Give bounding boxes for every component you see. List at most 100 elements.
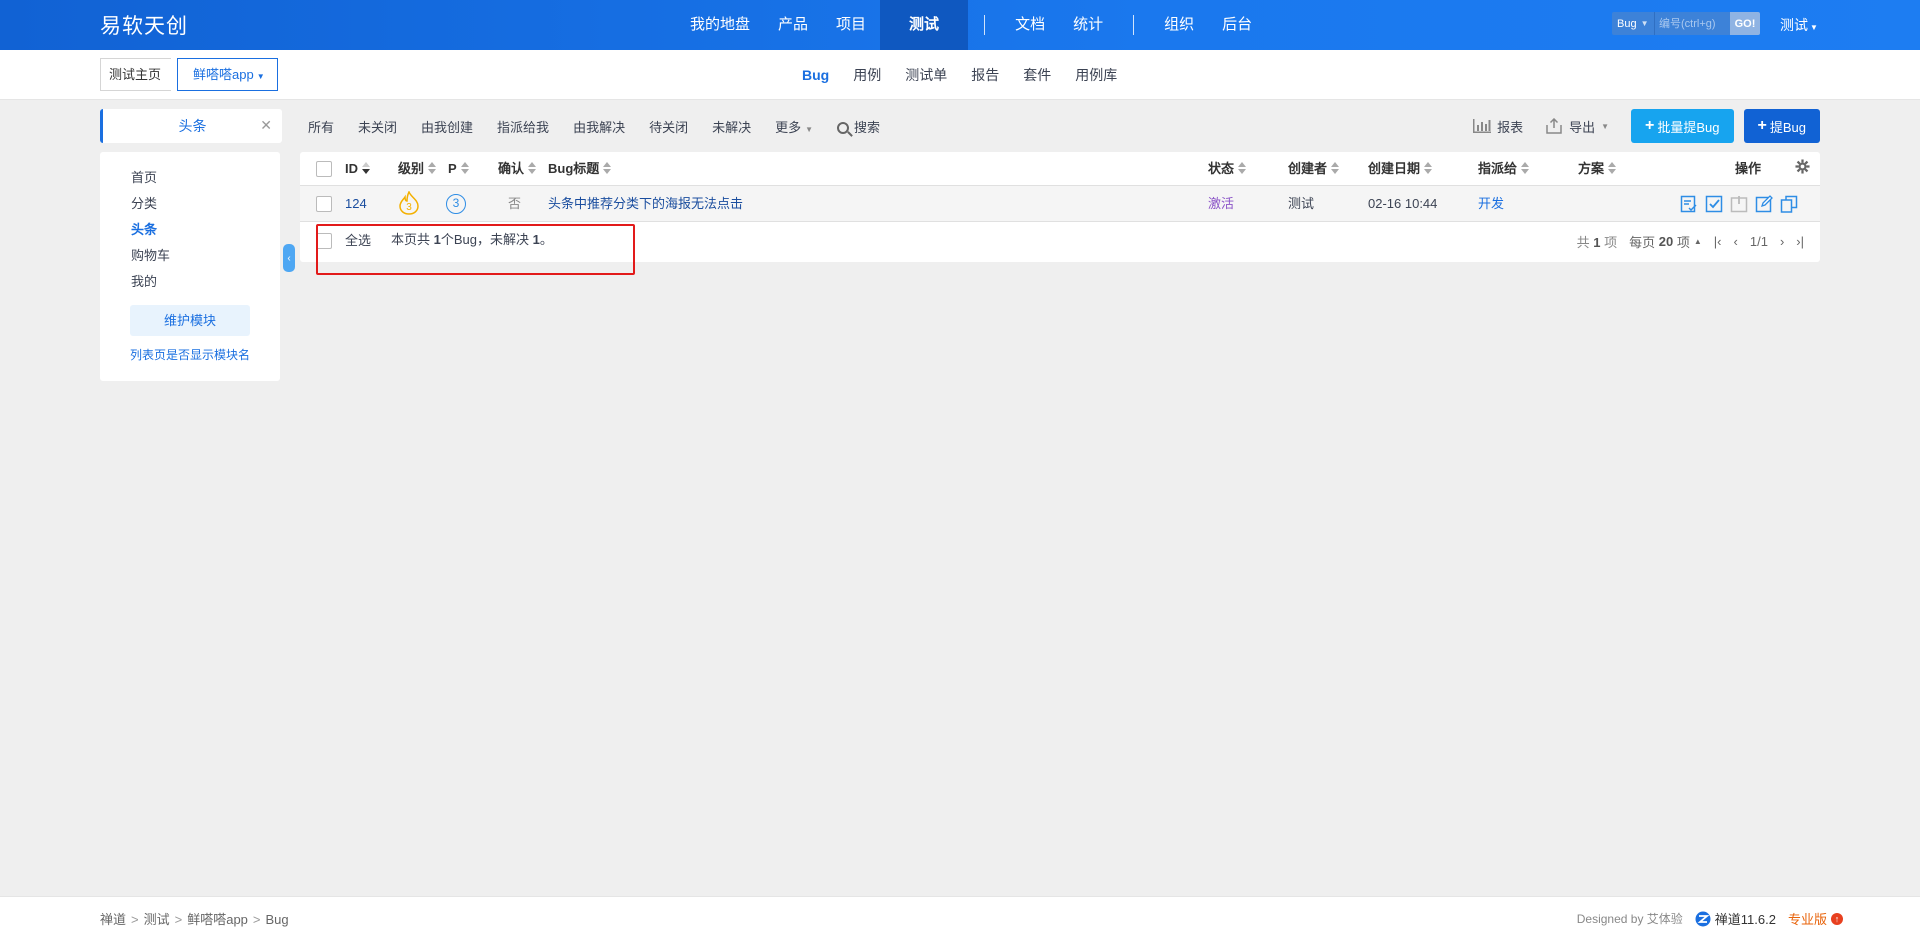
footer-crumb[interactable]: 测试 (144, 912, 170, 927)
breadcrumb-product-switcher[interactable]: 鲜嗒嗒app ▼ (177, 58, 278, 91)
global-search: Bug▼ GO! (1612, 12, 1760, 35)
tab-testreport[interactable]: 报告 (959, 65, 1011, 85)
report-button[interactable]: 报表 (1473, 117, 1523, 136)
row-checkbox[interactable] (316, 196, 332, 212)
assigned-to-link[interactable]: 开发 (1478, 186, 1504, 222)
module-item-cart[interactable]: 购物车 (100, 243, 280, 269)
collapse-sidebar-button[interactable]: ‹ (283, 244, 295, 272)
search-input[interactable] (1654, 12, 1730, 35)
batch-create-bug-button[interactable]: + 批量提Bug (1631, 109, 1734, 143)
filter-unclosed[interactable]: 未关闭 (346, 117, 409, 136)
tab-bug[interactable]: Bug (790, 67, 841, 83)
prev-page-icon[interactable]: ‹ (1734, 234, 1738, 249)
breadcrumb-qa-home[interactable]: 测试主页 (100, 58, 172, 91)
chevron-down-icon: ▼ (805, 124, 814, 134)
filter-search[interactable]: 搜索 (825, 117, 892, 136)
col-pri-header[interactable]: P (448, 152, 469, 186)
page-summary: 本页共 1个Bug，未解决 1。 (391, 222, 553, 258)
chevron-down-icon: ▼ (1640, 19, 1649, 28)
filter-resolved-by-me[interactable]: 由我解决 (561, 117, 637, 136)
module-item-home[interactable]: 首页 (100, 165, 280, 191)
bug-id-link[interactable]: 124 (345, 186, 367, 222)
export-icon (1545, 118, 1563, 134)
module-item-category[interactable]: 分类 (100, 191, 280, 217)
create-bug-button[interactable]: + 提Bug (1743, 109, 1820, 143)
col-creator-header[interactable]: 创建者 (1288, 152, 1340, 186)
chevron-down-icon: ▼ (1810, 23, 1818, 32)
footer-crumb[interactable]: 鲜嗒嗒app (187, 912, 248, 927)
last-page-icon[interactable]: ›| (1796, 234, 1804, 249)
filter-to-close[interactable]: 待关闭 (637, 117, 700, 136)
filter-unresolved[interactable]: 未解决 (700, 117, 763, 136)
summary-end: 。 (539, 232, 553, 247)
nav-admin[interactable]: 后台 (1208, 0, 1266, 50)
per-page-select[interactable]: 每页 20 项 ▲ (1629, 232, 1702, 251)
tab-caselib[interactable]: 用例库 (1063, 65, 1129, 85)
search-icon (837, 121, 850, 134)
nav-project[interactable]: 项目 (822, 0, 880, 50)
gear-icon[interactable] (1795, 153, 1810, 187)
bug-title-link[interactable]: 头条中推荐分类下的海报无法点击 (548, 186, 743, 222)
col-severity-header[interactable]: 级别 (398, 152, 437, 186)
table-row[interactable]: 124 3 3 否 头条中推荐分类下的海报无法点击 激活 测试 02-16 10… (300, 186, 1820, 222)
col-id-header[interactable]: ID (345, 152, 370, 186)
nav-qa[interactable]: 测试 (880, 0, 969, 50)
search-type-select[interactable]: Bug ▼ (1612, 12, 1654, 35)
edition-badge[interactable]: 专业版 ↑ (1788, 909, 1843, 928)
edit-icon[interactable] (1754, 194, 1774, 214)
tab-testcase[interactable]: 用例 (841, 65, 893, 85)
footer-crumb[interactable]: 禅道 (100, 912, 126, 927)
summary-count: 1 (433, 232, 441, 247)
sort-icon (528, 162, 537, 174)
total-value: 1 (1593, 234, 1601, 250)
designed-by[interactable]: Designed by 艾体验 (1577, 910, 1683, 927)
nav-product[interactable]: 产品 (764, 0, 822, 50)
select-all-label[interactable]: 全选 (345, 223, 371, 259)
nav-report[interactable]: 统计 (1059, 0, 1117, 50)
first-page-icon[interactable]: |‹ (1714, 234, 1722, 249)
report-label: 报表 (1497, 119, 1524, 135)
filter-search-label: 搜索 (854, 119, 881, 135)
close-bug-icon[interactable] (1729, 194, 1749, 214)
page-actions: 报表 导出 ▼ + 批量提Bug + 提Bug (1473, 109, 1820, 143)
col-confirmed-label: 确认 (498, 161, 525, 176)
maintain-module-button[interactable]: 维护模块 (130, 305, 250, 336)
col-confirmed-header[interactable]: 确认 (498, 152, 537, 186)
filter-all[interactable]: 所有 (296, 117, 346, 136)
filter-more[interactable]: 更多 ▼ (763, 117, 825, 136)
brand-logo[interactable]: 易软天创 (100, 10, 188, 40)
zentao-version[interactable]: 禅道11.6.2 (1695, 909, 1776, 928)
header-checkbox[interactable] (316, 161, 332, 177)
show-module-name-link[interactable]: 列表页是否显示模块名 (130, 346, 280, 363)
next-page-icon[interactable]: › (1780, 234, 1784, 249)
priority-badge: 3 (446, 194, 466, 214)
pager: 共 1 项 每页 20 项 ▲ |‹ ‹ 1/1 › ›| (1577, 222, 1804, 260)
filter-opened-by-me[interactable]: 由我创建 (409, 117, 485, 136)
current-module-tab[interactable]: 头条 ✕ (100, 109, 282, 143)
select-all-checkbox[interactable] (316, 233, 332, 249)
confirm-bug-icon[interactable] (1679, 194, 1699, 214)
close-icon[interactable]: ✕ (260, 117, 272, 134)
sort-icon (1238, 162, 1247, 174)
col-resolution-header[interactable]: 方案 (1578, 152, 1617, 186)
module-item-headlines[interactable]: 头条 (100, 217, 280, 243)
search-go-button[interactable]: GO! (1730, 12, 1760, 35)
nav-company[interactable]: 组织 (1150, 0, 1208, 50)
summary-unresolved: 1 (532, 232, 540, 247)
export-button[interactable]: 导出 ▼ (1545, 117, 1609, 136)
col-created-date-header[interactable]: 创建日期 (1368, 152, 1433, 186)
filter-assigned-to-me[interactable]: 指派给我 (485, 117, 561, 136)
col-title-header[interactable]: Bug标题 (548, 152, 612, 186)
module-item-mine[interactable]: 我的 (100, 269, 280, 295)
tab-testtask[interactable]: 测试单 (893, 65, 959, 85)
resolve-bug-icon[interactable] (1704, 194, 1724, 214)
nav-doc[interactable]: 文档 (1001, 0, 1059, 50)
tab-testsuite[interactable]: 套件 (1011, 65, 1063, 85)
copy-icon[interactable] (1779, 194, 1799, 214)
col-assigned-header[interactable]: 指派给 (1478, 152, 1530, 186)
nav-my-dashboard[interactable]: 我的地盘 (676, 0, 764, 50)
user-menu[interactable]: 测试 ▼ (1780, 15, 1818, 35)
product-name: 鲜嗒嗒app (193, 67, 254, 82)
page-footer: 禅道 > 测试 > 鲜嗒嗒app > Bug Designed by 艾体验 禅道11.6.… (0, 896, 1920, 937)
col-status-header[interactable]: 状态 (1208, 152, 1247, 186)
